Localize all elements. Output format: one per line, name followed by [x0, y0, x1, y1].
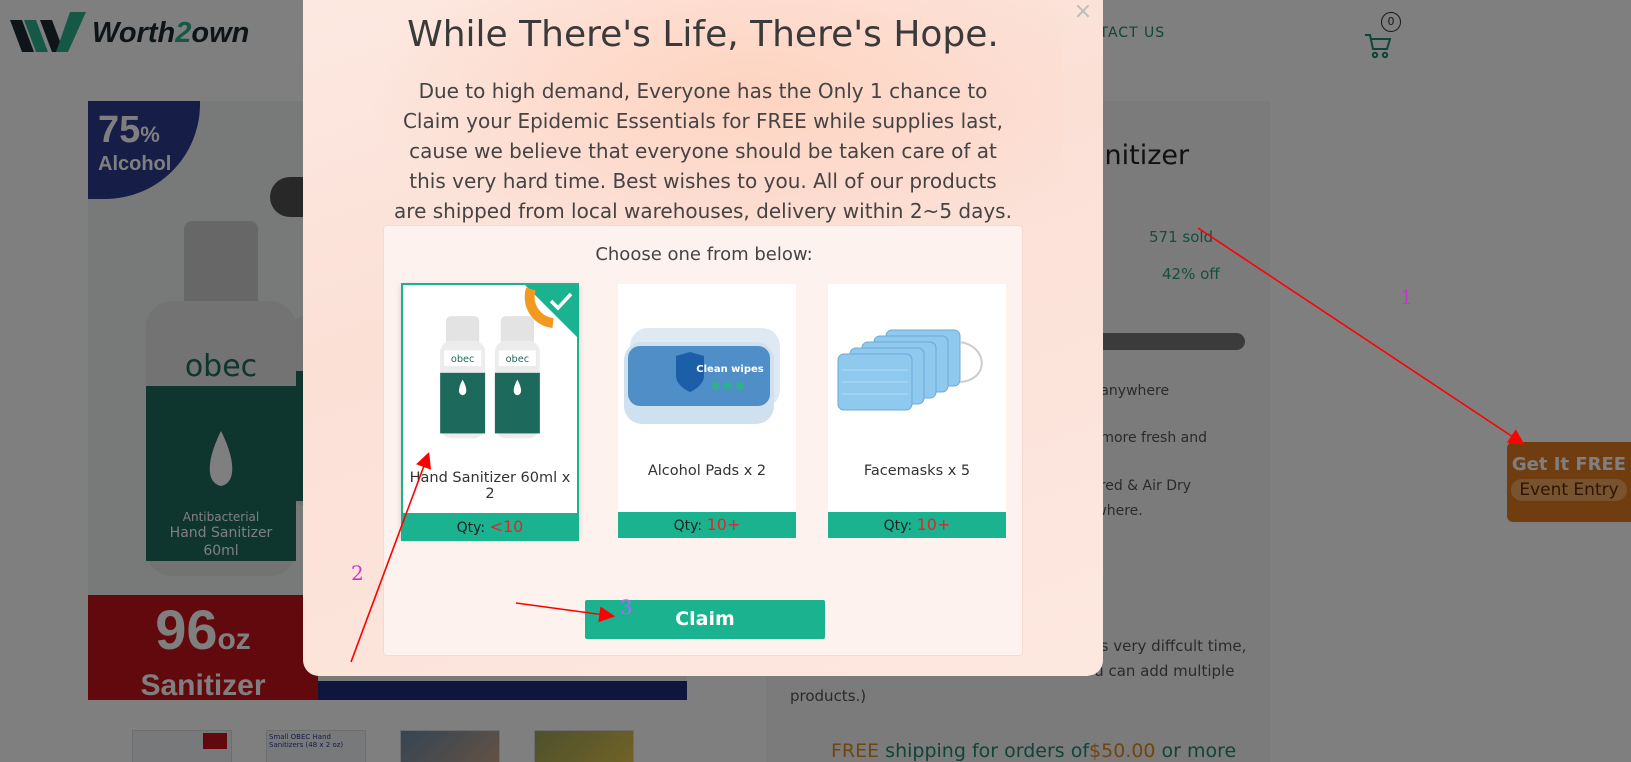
option-qty: Qty: 10+ [618, 512, 796, 538]
modal-title: While There's Life, There's Hope. [407, 14, 999, 55]
option-qty: Qty: 10+ [828, 512, 1006, 538]
annotation-number-3: 3 [620, 595, 633, 619]
modal-description: Due to high demand, Everyone has the Onl… [394, 79, 1012, 223]
free-claim-modal: × While There's Life, There's Hope. Due … [303, 0, 1103, 676]
option-name: Alcohol Pads x 2 [647, 463, 767, 479]
option-qty: Qty: <10 [401, 513, 579, 541]
product-choice-panel: Choose one from below: obec obec Hand Sa… [383, 225, 1023, 656]
facemasks-image [837, 329, 983, 411]
annotation-number-2: 2 [351, 561, 364, 585]
annotation-number-1: 1 [1400, 285, 1413, 309]
selected-check-icon [523, 283, 579, 339]
option-name: Facemasks x 5 [863, 463, 971, 479]
option-name: Hand Sanitizer 60ml x 2 [409, 470, 571, 502]
svg-text:Clean wipes: Clean wipes [696, 364, 764, 375]
choose-label: Choose one from below: [595, 244, 813, 265]
svg-text:obec: obec [451, 354, 475, 365]
option-card-hand-sanitizer[interactable]: obec obec Hand Sanitizer 60ml x 2 Qty: <… [401, 283, 579, 541]
option-card-alcohol-pads[interactable]: Clean wipes Alcohol Pads x 2 Qty: 10+ [618, 284, 796, 538]
option-card-facemasks[interactable]: Facemasks x 5 Qty: 10+ [828, 284, 1006, 538]
svg-text:obec: obec [506, 354, 530, 365]
alcohol-pads-image: Clean wipes [624, 328, 780, 424]
